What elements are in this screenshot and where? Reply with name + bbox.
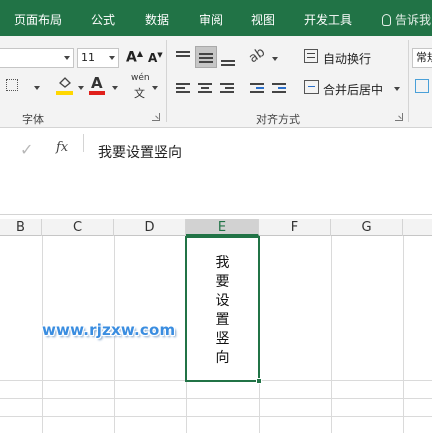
tab-developer[interactable]: 开发工具 <box>304 13 352 27</box>
column-header-c[interactable]: C <box>42 219 114 236</box>
merge-center-dropdown-arrow[interactable] <box>394 87 400 91</box>
align-right-icon[interactable] <box>220 82 236 96</box>
formula-bar: ✓ fx 我要设置竖向 <box>0 128 432 215</box>
confirm-icon[interactable]: ✓ <box>20 140 33 159</box>
column-header-row: B C D E F G <box>0 219 432 236</box>
ribbon-tab-bar: 页面布局 公式 数据 审阅 视图 开发工具 告诉我 <box>0 0 432 36</box>
column-header-f[interactable]: F <box>259 219 331 236</box>
increase-font-size-icon[interactable]: A▲ <box>126 49 143 66</box>
orientation-icon[interactable]: ab <box>246 45 268 67</box>
phonetic-guide-icon[interactable]: wén <box>131 73 150 83</box>
column-header-b[interactable]: B <box>0 219 42 236</box>
decrease-font-size-icon[interactable]: A▼ <box>148 51 163 65</box>
accounting-format-icon[interactable] <box>415 79 429 93</box>
top-align-icon[interactable] <box>174 48 196 68</box>
tab-formulas[interactable]: 公式 <box>91 13 115 27</box>
column-header-d[interactable]: D <box>114 219 186 236</box>
decrease-indent-icon[interactable] <box>250 82 266 96</box>
increase-indent-icon[interactable] <box>272 82 288 96</box>
insert-function-icon[interactable]: fx <box>56 140 68 155</box>
formula-input[interactable]: 我要设置竖向 <box>98 142 182 162</box>
align-left-icon[interactable] <box>176 82 192 96</box>
align-center-icon[interactable] <box>198 82 214 96</box>
middle-align-icon[interactable] <box>195 46 217 68</box>
fill-handle[interactable] <box>256 378 262 384</box>
tab-view[interactable]: 视图 <box>251 13 275 27</box>
lightbulb-icon <box>382 14 391 26</box>
font-size-dropdown[interactable]: 11 <box>77 48 119 68</box>
fill-color-icon[interactable] <box>57 76 73 90</box>
worksheet-grid[interactable]: www.rjzxw.com 我 要 设 置 竖 向 <box>0 236 432 433</box>
tell-me-label: 告诉我 <box>395 13 432 27</box>
tell-me-search[interactable]: 告诉我 <box>382 11 431 28</box>
selected-cell-e[interactable]: 我 要 设 置 竖 向 <box>185 236 260 382</box>
font-name-dropdown[interactable] <box>0 48 74 68</box>
vertical-cell-text: 我 要 设 置 竖 向 <box>215 255 230 366</box>
phonetic-char-icon: 文 <box>134 87 145 100</box>
formula-bar-divider <box>83 134 84 152</box>
group-divider <box>408 40 409 122</box>
tab-page-layout[interactable]: 页面布局 <box>14 13 62 27</box>
tab-review[interactable]: 审阅 <box>199 13 223 27</box>
group-label-alignment: 对齐方式 <box>256 113 300 126</box>
alignment-dialog-launcher-icon[interactable] <box>395 113 403 121</box>
watermark-text: www.rjzxw.com <box>42 321 176 339</box>
borders-icon[interactable] <box>6 79 18 91</box>
number-format-dropdown[interactable]: 常规 <box>412 48 432 68</box>
font-color-swatch <box>89 91 105 95</box>
font-color-dropdown-arrow[interactable] <box>112 86 118 90</box>
tab-data[interactable]: 数据 <box>145 13 169 27</box>
merge-center-button[interactable]: 合并后居中 <box>323 81 383 98</box>
fill-color-dropdown-arrow[interactable] <box>78 86 84 90</box>
merge-center-icon <box>304 80 319 94</box>
orientation-dropdown-arrow[interactable] <box>272 57 278 61</box>
column-header-h[interactable] <box>403 219 432 236</box>
group-label-font: 字体 <box>22 113 44 126</box>
column-header-e[interactable]: E <box>186 219 259 236</box>
ribbon: 11 A▲ A▼ A wén 文 字体 ab 自动换行 合并后居中 对齐方式 常 <box>0 36 432 128</box>
group-divider <box>166 40 167 122</box>
column-header-g[interactable]: G <box>331 219 403 236</box>
wrap-text-icon <box>304 49 318 63</box>
bottom-align-icon[interactable] <box>219 48 241 68</box>
font-dialog-launcher-icon[interactable] <box>152 113 160 121</box>
borders-dropdown-arrow[interactable] <box>34 86 40 90</box>
font-color-icon[interactable]: A <box>91 74 103 92</box>
font-size-value: 11 <box>81 51 95 64</box>
fill-color-swatch <box>56 91 73 95</box>
phonetic-dropdown-arrow[interactable] <box>152 86 158 90</box>
wrap-text-button[interactable]: 自动换行 <box>323 50 371 67</box>
